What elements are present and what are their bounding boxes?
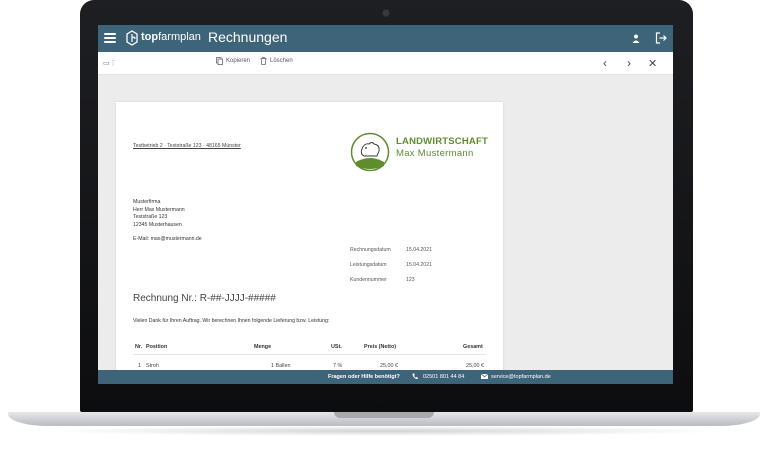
footer-bar: Fragen oder Hilfe benötigt? 02501 801 44… [98, 370, 673, 384]
meta-value-service-date: 15.04.2021 [406, 262, 432, 268]
brand-name[interactable]: topfarmplan [141, 31, 201, 43]
meta-label-invoice-date: Rechnungsdatum [350, 247, 391, 253]
table-cell-position: Stroh [146, 363, 159, 369]
logout-icon[interactable] [655, 32, 667, 44]
recipient-name: Herr Max Mustermann [133, 206, 185, 213]
logo-icon [126, 30, 138, 46]
invoice-intro: Vielen Dank für Ihren Auftrag. Wir berec… [133, 318, 330, 324]
close-icon[interactable]: ✕ [648, 57, 657, 70]
table-header-ust: USt. [331, 344, 342, 350]
invoice-document: Testbetrieb 2 · Teststraße 123 · 48165 M… [116, 102, 503, 384]
page-title: Rechnungen [208, 29, 288, 45]
copy-icon [216, 57, 223, 65]
table-cell-ust: 7 % [333, 363, 343, 369]
table-cell-gesamt: 25,00 € [466, 363, 484, 369]
delete-label: Löschen [270, 58, 293, 64]
hamburger-icon[interactable] [104, 33, 116, 43]
footer-help-text: Fragen oder Hilfe benötigt? [328, 373, 400, 380]
meta-label-service-date: Leistungsdatum [350, 262, 387, 268]
recipient-company: Musterfirma [133, 199, 161, 205]
laptop-shadow [40, 426, 728, 436]
footer-email[interactable]: service@topfarmplan.de [491, 374, 551, 380]
camera [383, 10, 389, 16]
company-name-line1: LANDWIRTSCHAFT [396, 136, 488, 147]
top-bar: topfarmplan Rechnungen [98, 25, 673, 52]
phone-icon [412, 373, 418, 380]
invoice-title: Rechnung Nr.: R-##-JJJJ-##### [133, 293, 276, 304]
sidebar-toggle-icon[interactable]: ▭⋮ [103, 59, 117, 67]
recipient-city: 12345 Musterhausen [133, 221, 182, 228]
trash-icon [260, 57, 267, 65]
chevron-right-icon[interactable]: › [627, 56, 631, 70]
mail-icon [481, 374, 488, 379]
recipient-street: Teststraße 123 [133, 214, 168, 220]
brand-bold: top [141, 31, 159, 43]
delete-button[interactable]: Löschen [260, 57, 293, 65]
table-cell-menge: 1 Ballen [271, 363, 291, 369]
table-header-nr: Nr. [135, 344, 143, 350]
recipient-email: E-Mail: max@mustermann.de [133, 236, 202, 242]
meta-label-customer-number: Kundennummer [350, 277, 387, 283]
table-cell-nr: 1 [138, 363, 141, 369]
recipient-address: Musterfirma Herr Max Mustermann Teststra… [133, 199, 185, 229]
table-divider [133, 354, 486, 355]
table-header-gesamt: Gesamt [463, 344, 483, 350]
meta-value-customer-number: 123 [406, 277, 415, 283]
app-screen: topfarmplan Rechnungen ▭⋮ Kopieren Lösch… [98, 25, 673, 384]
toolbar: ▭⋮ Kopieren Löschen ‹ › ✕ [98, 52, 673, 75]
footer-phone[interactable]: 02501 801 44 84 [423, 374, 464, 380]
company-name-line2: Max Mustermann [396, 148, 474, 159]
laptop-notch [334, 412, 434, 418]
user-icon[interactable] [632, 34, 640, 43]
meta-value-invoice-date: 15.04.2021 [406, 247, 432, 253]
table-header-preis: Preis (Netto) [364, 344, 397, 350]
copy-label: Kopieren [226, 58, 251, 64]
table-header-menge: Menge [254, 344, 272, 350]
table-cell-preis: 25,00 € [380, 363, 398, 369]
chevron-left-icon[interactable]: ‹ [603, 56, 607, 70]
brand-rest: farmplan [158, 31, 201, 43]
company-logo [350, 132, 390, 172]
sender-line: Testbetrieb 2 · Teststraße 123 · 48165 M… [133, 143, 241, 149]
copy-button[interactable]: Kopieren [216, 57, 250, 65]
table-header-position: Position [146, 344, 168, 350]
